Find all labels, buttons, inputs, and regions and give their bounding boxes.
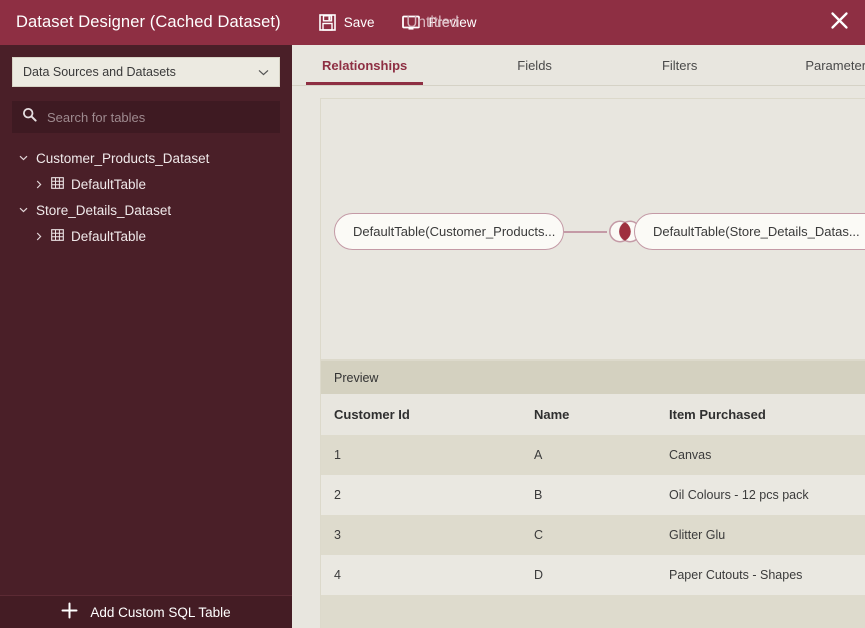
tab-relationships[interactable]: Relationships [320, 45, 409, 85]
tab-fields[interactable]: Fields [515, 45, 554, 85]
table-row-partial[interactable] [321, 595, 865, 628]
save-button[interactable]: Save [315, 10, 379, 35]
search-icon [22, 107, 37, 127]
relationship-diagram-canvas[interactable]: DefaultTable(Customer_Products... Defaul… [320, 98, 865, 360]
add-custom-sql-table-label: Add Custom SQL Table [90, 605, 230, 620]
tab-label: Filters [662, 58, 697, 73]
titlebar-actions: Save Preview [315, 10, 481, 35]
main-content: Relationships Fields Filters Parameters … [292, 45, 865, 628]
tree-item-label: DefaultTable [71, 229, 146, 244]
tab-label: Parameters [805, 58, 865, 73]
search-box[interactable] [12, 101, 280, 133]
table-header-row: Customer Id Name Item Purchased Quantity… [321, 394, 865, 435]
tree-item-label: Store_Details_Dataset [36, 203, 171, 218]
cell-item-purchased: Canvas [656, 435, 865, 475]
close-icon [830, 11, 849, 35]
chevron-right-icon[interactable] [33, 180, 44, 189]
dataset-designer-window: Dataset Designer (Cached Dataset) Save [0, 0, 865, 628]
relationship-link-left [564, 231, 607, 233]
tab-label: Fields [517, 58, 552, 73]
data-sources-selector[interactable]: Data Sources and Datasets [12, 57, 280, 87]
table-grid-icon [51, 177, 64, 192]
cell-item-purchased: Glitter Glu [656, 515, 865, 555]
page-title: Dataset Designer (Cached Dataset) [0, 13, 281, 32]
relationship-diagram-wrapper: DefaultTable(Customer_Products... Defaul… [292, 86, 865, 360]
add-custom-sql-table-button[interactable]: Add Custom SQL Table [0, 595, 292, 628]
search-input[interactable] [47, 110, 270, 125]
preview-label: Preview [428, 15, 476, 30]
column-header-item-purchased[interactable]: Item Purchased [656, 394, 865, 435]
table-row[interactable]: 3 C Glitter Glu 12 3 [321, 515, 865, 555]
relationship-node-label: DefaultTable(Store_Details_Datas... [653, 224, 860, 239]
dataset-tree: Customer_Products_Dataset DefaultTable [0, 145, 292, 595]
preview-table: Customer Id Name Item Purchased Quantity… [321, 394, 865, 628]
tab-label: Relationships [322, 58, 407, 73]
chevron-down-icon [258, 65, 269, 79]
chevron-right-icon[interactable] [33, 232, 44, 241]
table-row[interactable]: 1 A Canvas 12 1 [321, 435, 865, 475]
preview-button[interactable]: Preview [398, 11, 480, 35]
window-body: Data Sources and Datasets [0, 45, 865, 628]
relationship-node-right[interactable]: DefaultTable(Store_Details_Datas... [634, 213, 865, 250]
preview-wrapper: Preview Customer Id Name Item Purchased … [292, 360, 865, 628]
cell-item-purchased: Paper Cutouts - Shapes [656, 555, 865, 595]
floppy-disk-icon [319, 14, 336, 31]
table-row[interactable]: 2 B Oil Colours - 12 pcs pack 20 2 [321, 475, 865, 515]
close-button[interactable] [813, 0, 865, 45]
column-header-name[interactable]: Name [521, 394, 656, 435]
plus-icon [61, 602, 78, 622]
preview-panel-title: Preview [321, 361, 865, 394]
table-grid-icon [51, 229, 64, 244]
tab-filters[interactable]: Filters [660, 45, 699, 85]
tree-item-store-details-defaulttable[interactable]: DefaultTable [0, 223, 292, 249]
relationship-node-label: DefaultTable(Customer_Products... [353, 224, 555, 239]
tree-item-label: DefaultTable [71, 177, 146, 192]
relationship-node-left[interactable]: DefaultTable(Customer_Products... [334, 213, 564, 250]
data-sources-selector-label: Data Sources and Datasets [23, 65, 258, 79]
cell-customer-id: 4 [321, 555, 521, 595]
tree-item-customer-products-defaulttable[interactable]: DefaultTable [0, 171, 292, 197]
preview-panel: Preview Customer Id Name Item Purchased … [320, 360, 865, 628]
tree-item-store-details-dataset[interactable]: Store_Details_Dataset [0, 197, 292, 223]
cell-name: A [521, 435, 656, 475]
cell-name: B [521, 475, 656, 515]
cell-name: D [521, 555, 656, 595]
cell-name: C [521, 515, 656, 555]
sidebar: Data Sources and Datasets [0, 45, 292, 628]
table-row[interactable]: 4 D Paper Cutouts - Shapes 23 4 [321, 555, 865, 595]
monitor-icon [402, 15, 420, 31]
column-header-customer-id[interactable]: Customer Id [321, 394, 521, 435]
tree-item-customer-products-dataset[interactable]: Customer_Products_Dataset [0, 145, 292, 171]
tree-item-label: Customer_Products_Dataset [36, 151, 209, 166]
save-label: Save [344, 15, 375, 30]
tab-bar: Relationships Fields Filters Parameters … [292, 45, 865, 86]
cell-customer-id: 3 [321, 515, 521, 555]
cell-customer-id: 2 [321, 475, 521, 515]
cell-customer-id: 1 [321, 435, 521, 475]
title-bar: Dataset Designer (Cached Dataset) Save [0, 0, 865, 45]
chevron-down-icon[interactable] [18, 207, 29, 213]
cell-item-purchased: Oil Colours - 12 pcs pack [656, 475, 865, 515]
tab-parameters[interactable]: Parameters [803, 45, 865, 85]
chevron-down-icon[interactable] [18, 155, 29, 161]
